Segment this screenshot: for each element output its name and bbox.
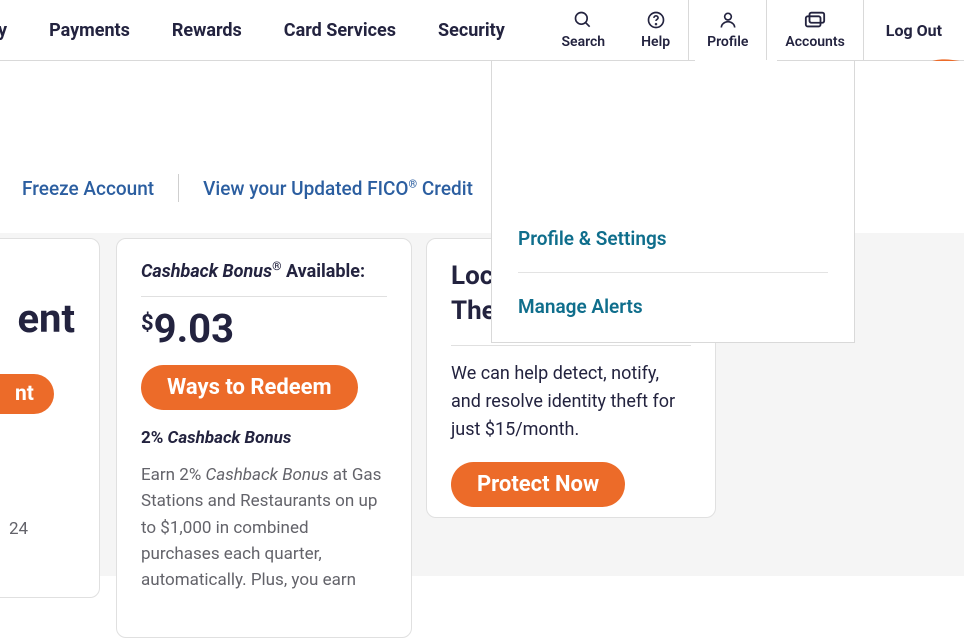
accounts-icon — [804, 10, 826, 30]
link-freeze-account[interactable]: Freeze Account — [22, 177, 154, 200]
fragment-small-text: 24 — [9, 519, 28, 539]
cashback-body: Earn 2% Cashback Bonus at Gas Stations a… — [141, 462, 387, 594]
cashback-title-ital: Cashback Bonus — [141, 261, 272, 282]
card-cashback: Cashback Bonus® Available: $ 9.03 Ways t… — [116, 238, 412, 638]
help-icon — [646, 10, 666, 30]
dropdown-spacer — [518, 87, 828, 225]
nav-utilities: Search Help Profile Accounts Log Out — [544, 0, 964, 60]
util-accounts[interactable]: Accounts — [767, 0, 863, 60]
registered-mark: ® — [409, 177, 418, 190]
registered-mark: ® — [272, 259, 281, 273]
util-label: Help — [641, 34, 670, 50]
fragment-pill-button[interactable]: nt — [0, 374, 54, 414]
top-nav: y Payments Rewards Card Services Securit… — [0, 0, 964, 61]
link-fico-score[interactable]: View your Updated FICO® Credit — [203, 177, 473, 200]
fico-text-prefix: View your Updated FICO — [203, 177, 408, 200]
util-search[interactable]: Search — [544, 0, 624, 60]
divider — [518, 272, 828, 273]
util-label: Accounts — [785, 34, 844, 50]
amount-value: 9.03 — [154, 309, 234, 349]
currency-symbol: $ — [141, 311, 154, 336]
body-ital: Cashback Bonus — [206, 465, 329, 485]
ways-to-redeem-button[interactable]: Ways to Redeem — [141, 365, 358, 410]
nav-item-truncated[interactable]: y — [0, 20, 7, 41]
fico-text-suffix: Credit — [417, 177, 473, 200]
dropdown-profile-settings[interactable]: Profile & Settings — [518, 225, 828, 252]
divider — [178, 174, 179, 202]
util-help[interactable]: Help — [623, 0, 688, 60]
divider — [141, 296, 387, 297]
profile-dropdown: Profile & Settings Manage Alerts — [491, 61, 855, 343]
nav-card-services[interactable]: Card Services — [284, 20, 396, 41]
quick-links: Freeze Account View your Updated FICO® C… — [22, 174, 473, 202]
nav-security[interactable]: Security — [438, 20, 505, 41]
body-a: Earn 2% — [141, 465, 206, 485]
card-statement-fragment: ent nt 24 — [0, 238, 100, 598]
protection-body: We can help detect, notify, and resolve … — [451, 360, 691, 444]
cashback-title-rest: Available: — [282, 261, 366, 282]
search-icon — [573, 10, 593, 30]
cashback-amount: $ 9.03 — [141, 309, 387, 349]
nav-payments[interactable]: Payments — [49, 20, 130, 41]
nav-primary: y Payments Rewards Card Services Securit… — [0, 0, 505, 60]
util-label: Search — [562, 34, 606, 50]
sub-pct: 2% — [141, 428, 168, 448]
divider — [451, 345, 691, 346]
protect-now-button[interactable]: Protect Now — [451, 462, 625, 507]
cashback-title: Cashback Bonus® Available: — [141, 259, 387, 282]
profile-icon — [718, 10, 738, 30]
util-profile[interactable]: Profile — [688, 0, 767, 60]
fragment-heading: ent — [0, 295, 75, 342]
cashback-subhead: 2% Cashback Bonus — [141, 428, 387, 448]
sub-ital: Cashback Bonus — [168, 428, 292, 448]
nav-rewards[interactable]: Rewards — [172, 20, 242, 41]
dropdown-manage-alerts[interactable]: Manage Alerts — [518, 293, 828, 320]
util-label: Profile — [707, 34, 748, 50]
logout-button[interactable]: Log Out — [864, 0, 964, 60]
